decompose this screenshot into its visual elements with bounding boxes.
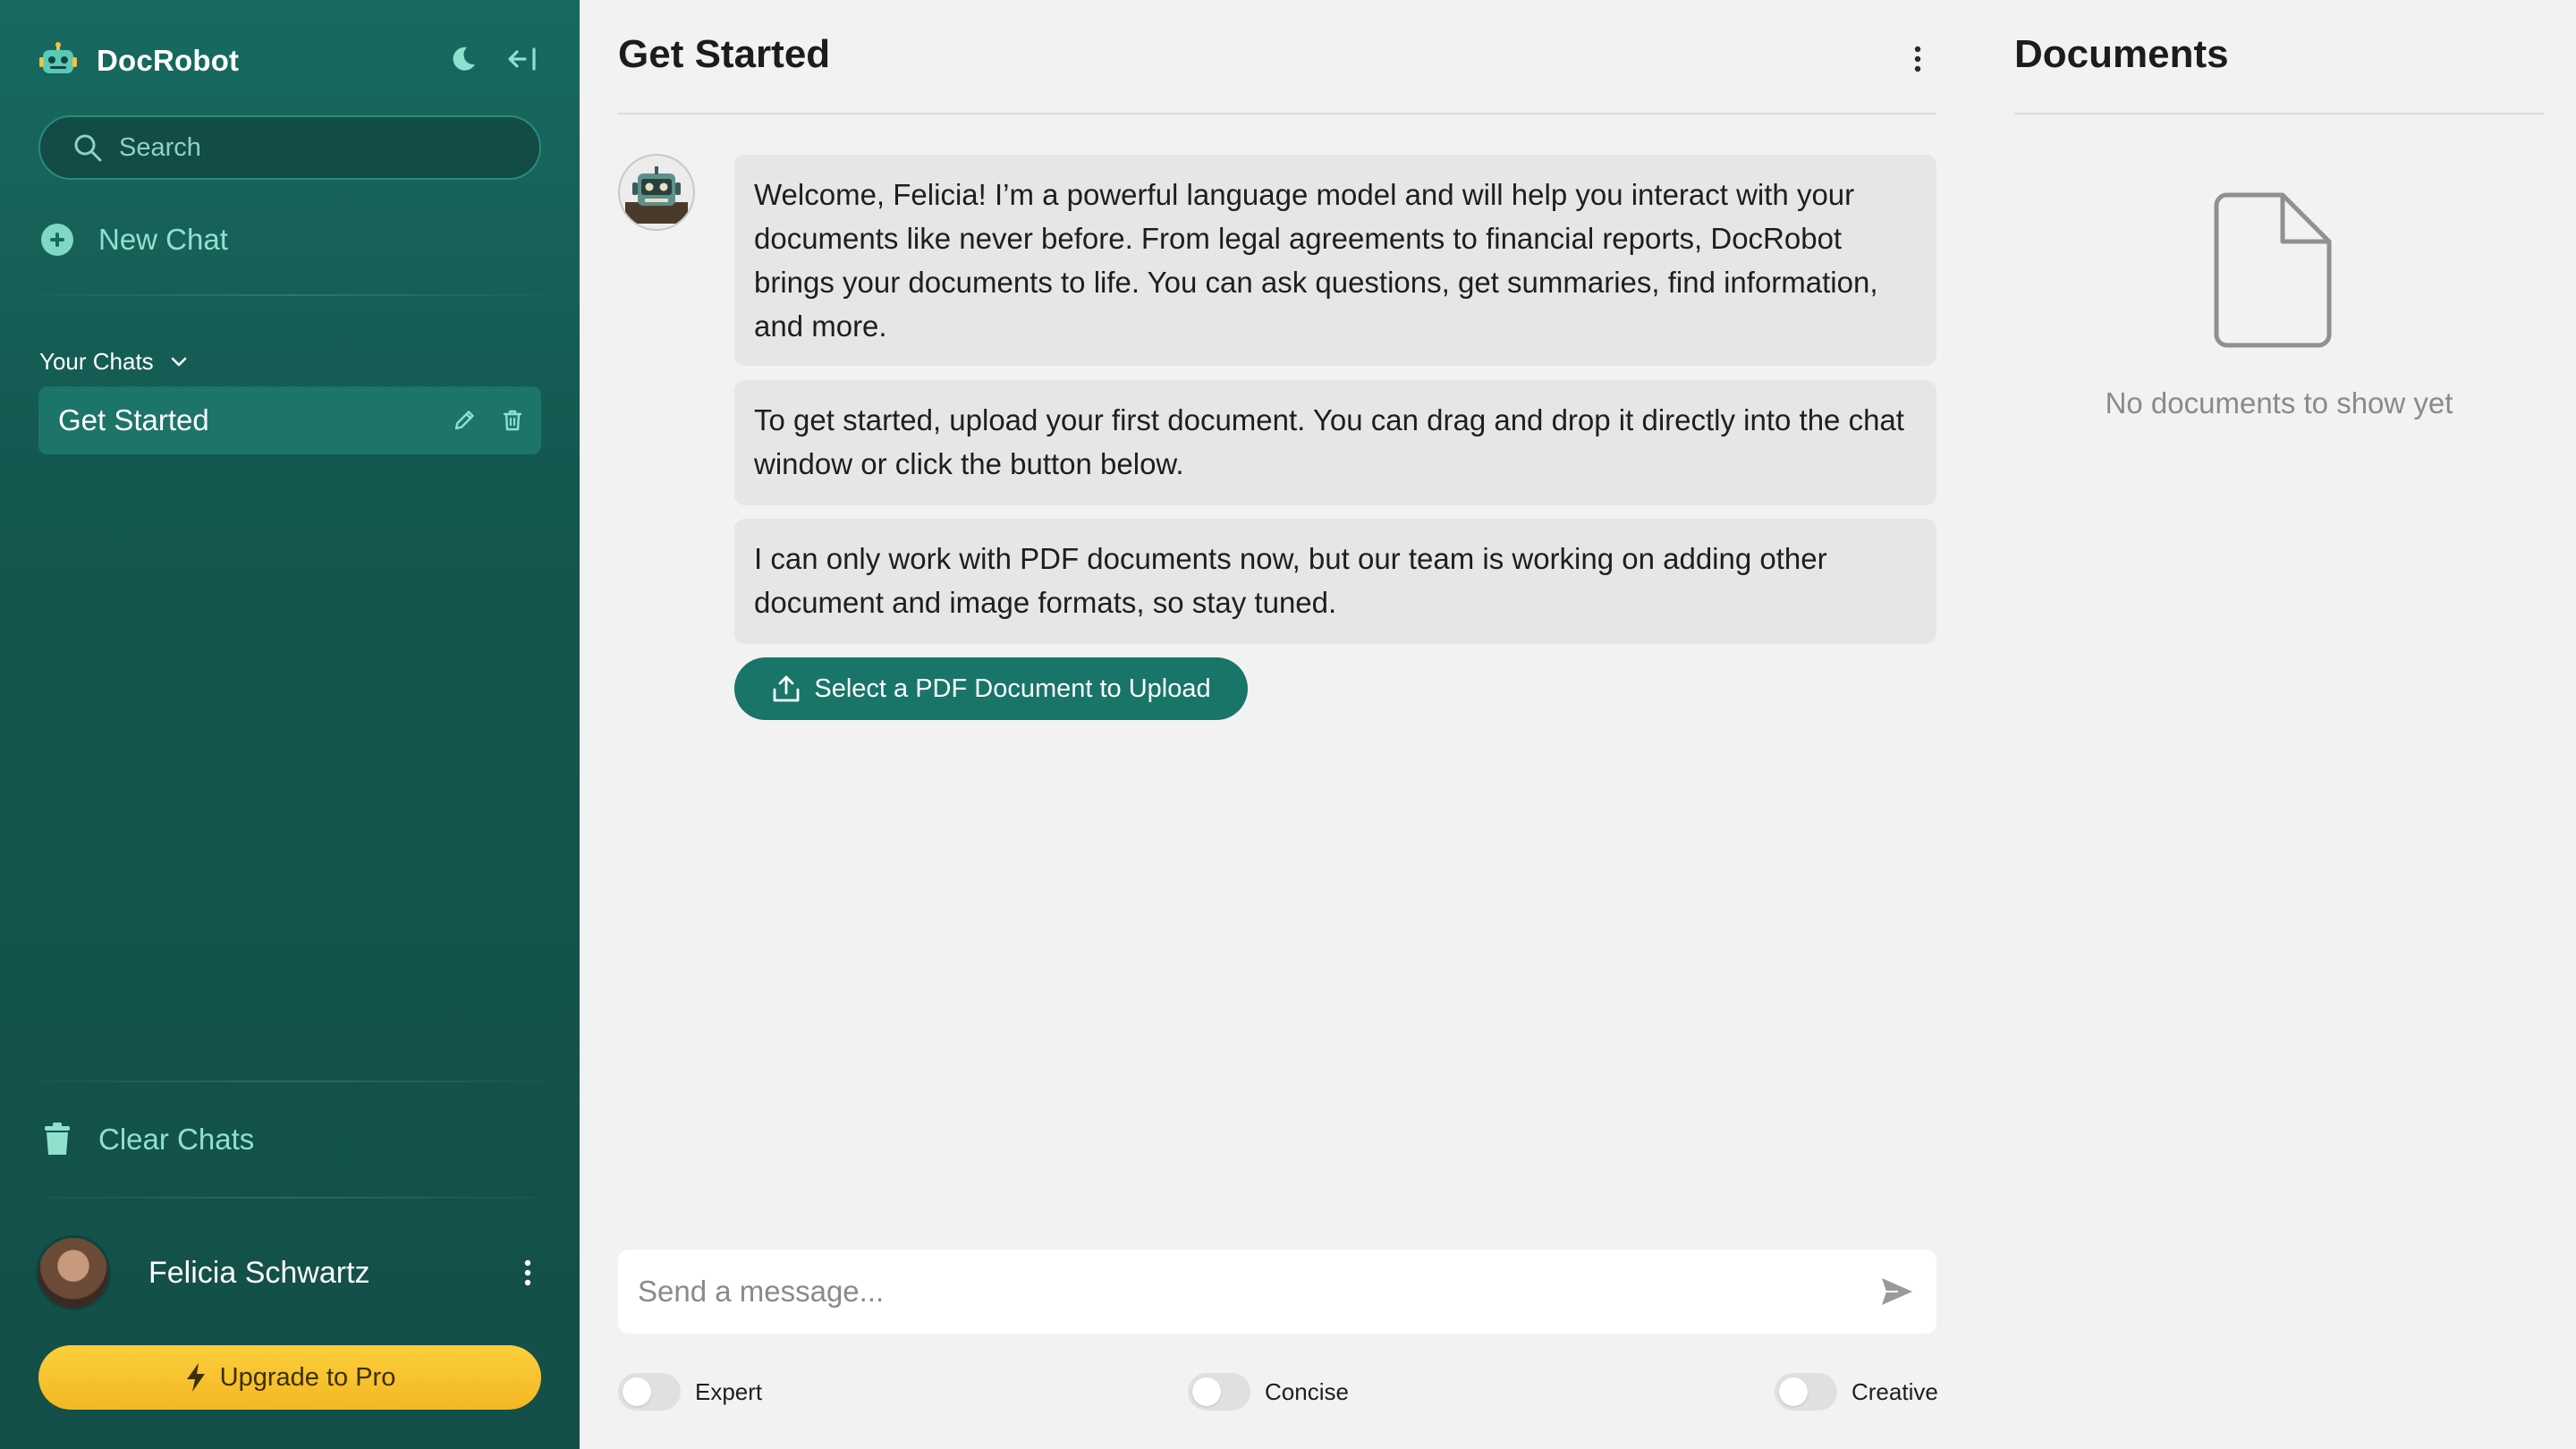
document-icon xyxy=(2214,192,2332,348)
toggle-label: Expert xyxy=(695,1377,763,1405)
message-composer xyxy=(618,1250,1936,1334)
upgrade-label: Upgrade to Pro xyxy=(219,1362,396,1392)
send-icon xyxy=(1882,1278,1912,1305)
new-chat-label: New Chat xyxy=(98,223,228,256)
sidebar-divider xyxy=(39,294,542,296)
upload-icon xyxy=(773,675,800,702)
trash-icon xyxy=(45,1123,70,1155)
bot-avatar xyxy=(618,154,695,231)
documents-title: Documents xyxy=(2014,32,2229,76)
documents-divider xyxy=(2014,113,2544,114)
moon-icon xyxy=(453,47,475,71)
delete-chat-button[interactable] xyxy=(493,401,532,440)
header-divider xyxy=(618,113,1936,114)
chat-item-title: Get Started xyxy=(58,403,209,436)
search-input[interactable]: Search xyxy=(38,115,541,180)
assistant-message: To get started, upload your first docume… xyxy=(734,380,1936,505)
your-chats-label: Your Chats xyxy=(39,347,154,375)
kebab-menu-icon xyxy=(1914,46,1921,72)
user-menu-button[interactable] xyxy=(510,1246,546,1300)
plus-circle-icon xyxy=(41,224,73,256)
message-input[interactable] xyxy=(638,1275,1876,1309)
search-icon xyxy=(74,134,102,162)
collapse-sidebar-button[interactable] xyxy=(501,38,544,80)
chat-options-button[interactable] xyxy=(1900,38,1936,80)
toggle-switch[interactable] xyxy=(618,1373,681,1411)
toggle-label: Creative xyxy=(1852,1377,1938,1405)
upload-pdf-button[interactable]: Select a PDF Document to Upload xyxy=(734,657,1248,720)
collapse-left-icon xyxy=(508,47,536,71)
robot-logo-icon xyxy=(39,42,77,73)
expert-toggle[interactable]: Expert xyxy=(618,1371,762,1412)
page-title: Get Started xyxy=(618,32,831,76)
send-button[interactable] xyxy=(1876,1270,1919,1313)
dark-mode-toggle[interactable] xyxy=(442,38,485,80)
creative-toggle[interactable]: Creative xyxy=(1775,1371,1938,1412)
upgrade-to-pro-button[interactable]: Upgrade to Pro xyxy=(38,1345,541,1410)
kebab-menu-icon xyxy=(524,1259,531,1286)
pencil-icon xyxy=(454,411,474,430)
search-placeholder: Search xyxy=(119,132,201,162)
avatar xyxy=(36,1235,111,1310)
sidebar: DocRobot Search New Chat Your Chats Get … xyxy=(0,0,580,1449)
new-chat-button[interactable]: New Chat xyxy=(41,215,228,265)
chevron-down-icon xyxy=(171,357,186,367)
assistant-message: I can only work with PDF documents now, … xyxy=(734,519,1936,644)
your-chats-toggle[interactable]: Your Chats xyxy=(39,343,190,379)
toggle-switch[interactable] xyxy=(1188,1373,1250,1411)
trash-icon xyxy=(503,410,522,431)
clear-chats-label: Clear Chats xyxy=(98,1123,255,1156)
rename-chat-button[interactable] xyxy=(445,401,484,440)
concise-toggle[interactable]: Concise xyxy=(1188,1371,1349,1412)
chat-item-get-started[interactable]: Get Started xyxy=(38,386,541,454)
robot-avatar-icon xyxy=(625,166,688,224)
app-name: DocRobot xyxy=(97,44,240,77)
assistant-message: Welcome, Felicia! I’m a powerful languag… xyxy=(734,155,1936,366)
brand[interactable]: DocRobot xyxy=(39,39,239,82)
user-name: Felicia Schwartz xyxy=(148,1255,370,1290)
sidebar-divider xyxy=(39,1080,542,1082)
documents-empty-state: No documents to show yet xyxy=(2105,386,2453,419)
clear-chats-button[interactable]: Clear Chats xyxy=(41,1116,254,1163)
user-profile[interactable]: Felicia Schwartz xyxy=(36,1234,546,1311)
toggle-switch[interactable] xyxy=(1775,1373,1837,1411)
sidebar-divider xyxy=(39,1197,542,1199)
lightning-icon xyxy=(186,1363,205,1392)
toggle-label: Concise xyxy=(1265,1377,1349,1405)
upload-button-label: Select a PDF Document to Upload xyxy=(814,674,1211,703)
